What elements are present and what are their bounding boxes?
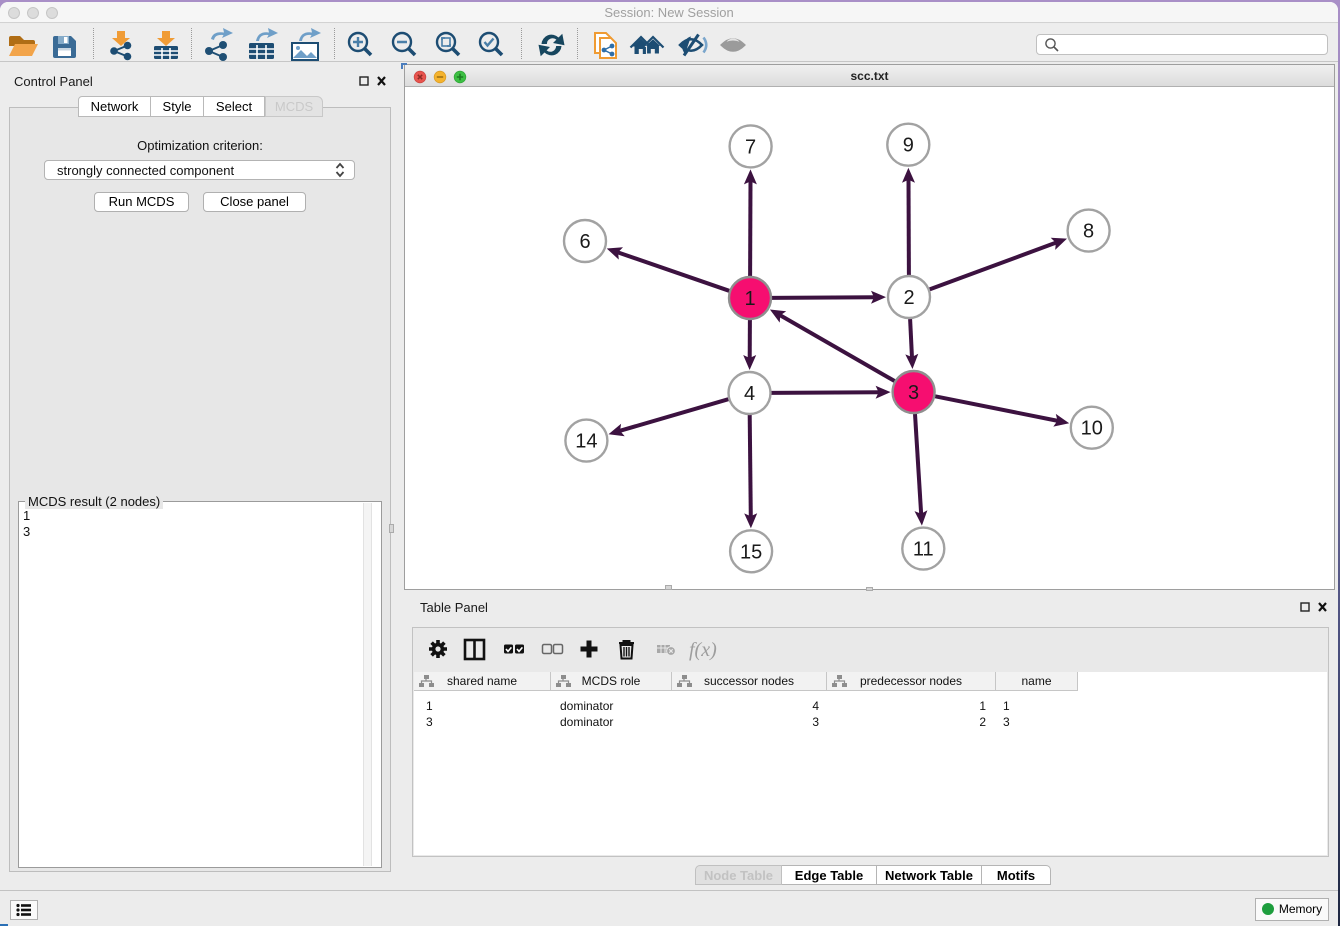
svg-text:7: 7 bbox=[745, 136, 756, 158]
svg-text:15: 15 bbox=[740, 541, 762, 563]
svg-text:3: 3 bbox=[908, 382, 919, 404]
svg-text:9: 9 bbox=[903, 135, 914, 157]
svg-text:10: 10 bbox=[1081, 418, 1103, 440]
svg-text:8: 8 bbox=[1083, 221, 1094, 243]
svg-text:1: 1 bbox=[744, 288, 755, 310]
svg-text:f(x): f(x) bbox=[689, 639, 717, 661]
svg-text:6: 6 bbox=[579, 231, 590, 253]
svg-text:4: 4 bbox=[744, 383, 755, 405]
svg-text:2: 2 bbox=[903, 287, 914, 309]
svg-text:11: 11 bbox=[913, 539, 934, 561]
svg-text:14: 14 bbox=[575, 431, 597, 453]
